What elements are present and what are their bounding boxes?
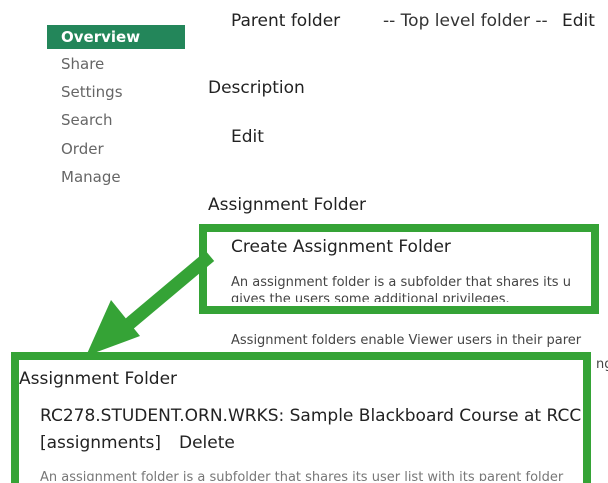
callout-heading: Assignment Folder: [19, 369, 178, 389]
delete-link[interactable]: Delete: [179, 433, 235, 453]
callout-footer-text: An assignment folder is a subfolder that…: [40, 470, 564, 481]
course-assignment-link[interactable]: RC278.STUDENT.ORN.WRKS: Sample Blackboar…: [40, 406, 581, 426]
assignments-link[interactable]: [assignments]: [40, 433, 161, 453]
assignment-folder-callout: Assignment Folder RC278.STUDENT.ORN.WRKS…: [11, 352, 591, 483]
